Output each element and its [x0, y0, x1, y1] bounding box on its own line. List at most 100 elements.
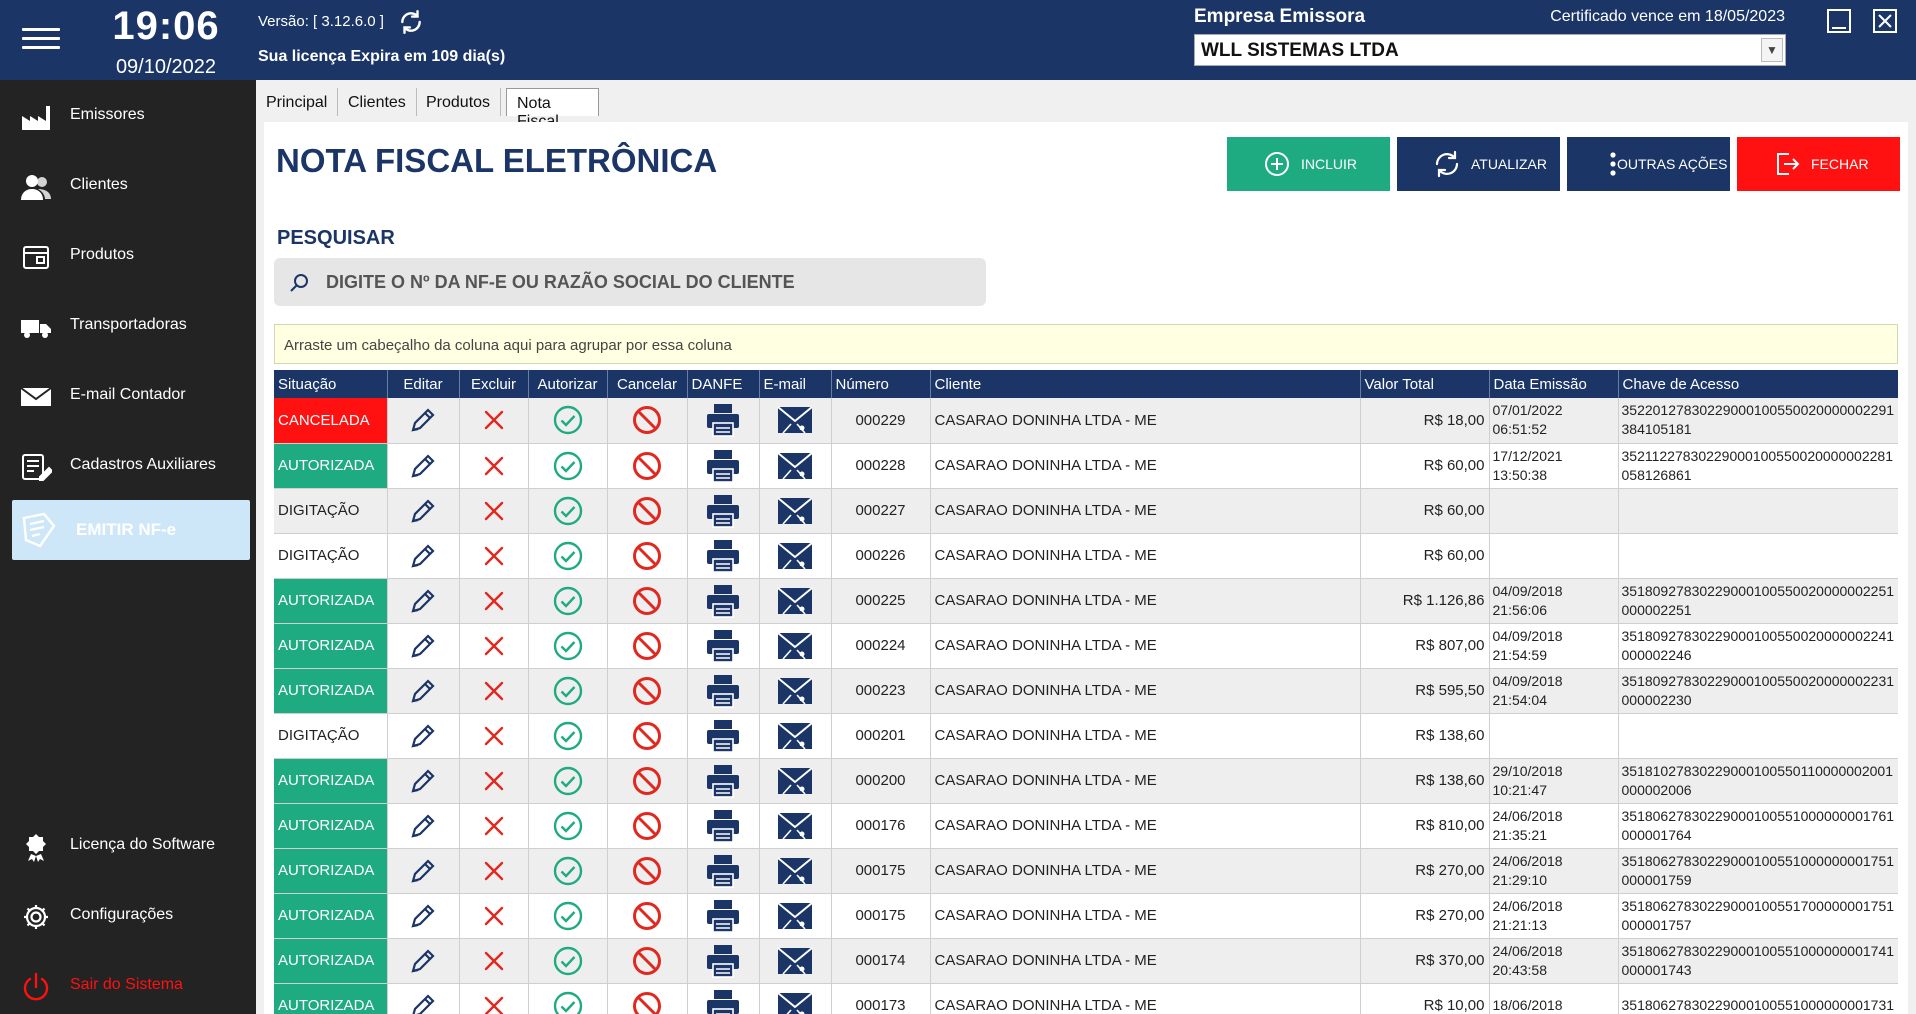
cell-autorizar[interactable] [528, 533, 608, 579]
pencil-edit-icon[interactable] [408, 811, 438, 841]
pencil-edit-icon[interactable] [408, 496, 438, 526]
pencil-edit-icon[interactable] [408, 631, 438, 661]
cell-excluir[interactable] [459, 398, 529, 444]
email-send-icon[interactable] [777, 540, 813, 572]
delete-x-icon[interactable] [481, 498, 507, 524]
sidebar-item-configuracoes[interactable]: Configurações [0, 886, 256, 946]
authorize-check-icon[interactable] [552, 630, 584, 662]
cell-excluir[interactable] [459, 848, 529, 894]
table-row[interactable]: DIGITAÇÃO 000226 CASARAO DONINHA LTDA - ME… [274, 533, 1898, 579]
email-send-icon[interactable] [777, 450, 813, 482]
pencil-edit-icon[interactable] [408, 405, 438, 435]
search-input[interactable]: DIGITE O Nº DA NF-E OU RAZÃO SOCIAL DO C… [274, 258, 986, 306]
sidebar-item-sair[interactable]: Sair do Sistema [0, 956, 256, 1014]
cell-danfe[interactable] [687, 758, 760, 804]
cell-cancelar[interactable] [607, 668, 688, 714]
cell-excluir[interactable] [459, 803, 529, 849]
cancel-prohibited-icon[interactable] [631, 630, 663, 662]
cell-autorizar[interactable] [528, 623, 608, 669]
cancel-prohibited-icon[interactable] [631, 855, 663, 887]
cell-danfe[interactable] [687, 398, 760, 444]
email-send-icon[interactable] [777, 810, 813, 842]
authorize-check-icon[interactable] [552, 810, 584, 842]
authorize-check-icon[interactable] [552, 450, 584, 482]
cell-cancelar[interactable] [607, 398, 688, 444]
table-row[interactable]: AUTORIZADA 000175 CASARAO DONINHA LTDA - M… [274, 848, 1898, 894]
cell-cancelar[interactable] [607, 533, 688, 579]
tab-principal[interactable]: Principal [256, 88, 339, 116]
table-row[interactable]: AUTORIZADA 000223 CASARAO DONINHA LTDA - M… [274, 668, 1898, 714]
cancel-prohibited-icon[interactable] [631, 404, 663, 436]
cell-danfe[interactable] [687, 668, 760, 714]
cell-email[interactable] [759, 443, 832, 489]
table-row[interactable]: AUTORIZADA 000176 CASARAO DONINHA LTDA - M… [274, 803, 1898, 849]
column-header-chave-acesso[interactable]: Chave de Acesso [1618, 370, 1898, 398]
delete-x-icon[interactable] [481, 723, 507, 749]
pencil-edit-icon[interactable] [408, 946, 438, 976]
table-row[interactable]: AUTORIZADA 000200 CASARAO DONINHA LTDA - M… [274, 758, 1898, 804]
cancel-prohibited-icon[interactable] [631, 585, 663, 617]
sidebar-item-clientes[interactable]: Clientes [0, 156, 256, 216]
delete-x-icon[interactable] [481, 588, 507, 614]
cell-autorizar[interactable] [528, 893, 608, 939]
outras-acoes-button[interactable]: OUTRAS AÇÕES [1567, 137, 1730, 191]
email-send-icon[interactable] [777, 945, 813, 977]
table-row[interactable]: AUTORIZADA 000175 CASARAO DONINHA LTDA - M… [274, 893, 1898, 939]
column-header-autorizar[interactable]: Autorizar [528, 370, 608, 398]
cell-editar[interactable] [387, 443, 460, 489]
cell-autorizar[interactable] [528, 983, 608, 1014]
cell-editar[interactable] [387, 803, 460, 849]
column-header-cliente[interactable]: Cliente [930, 370, 1361, 398]
printer-danfe-icon[interactable] [705, 539, 741, 573]
email-send-icon[interactable] [777, 404, 813, 436]
delete-x-icon[interactable] [481, 903, 507, 929]
pencil-edit-icon[interactable] [408, 451, 438, 481]
cell-autorizar[interactable] [528, 713, 608, 759]
cell-email[interactable] [759, 758, 832, 804]
pencil-edit-icon[interactable] [408, 991, 438, 1014]
email-send-icon[interactable] [777, 990, 813, 1014]
email-send-icon[interactable] [777, 765, 813, 797]
tab-nota-fiscal-eletronica[interactable]: Nota Fiscal Eletrônica [506, 88, 600, 148]
cell-cancelar[interactable] [607, 848, 688, 894]
cell-cancelar[interactable] [607, 983, 688, 1014]
authorize-check-icon[interactable] [552, 540, 584, 572]
cell-danfe[interactable] [687, 938, 760, 984]
cell-danfe[interactable] [687, 848, 760, 894]
email-send-icon[interactable] [777, 675, 813, 707]
cell-autorizar[interactable] [528, 668, 608, 714]
cell-editar[interactable] [387, 488, 460, 534]
email-send-icon[interactable] [777, 900, 813, 932]
pencil-edit-icon[interactable] [408, 901, 438, 931]
cell-excluir[interactable] [459, 758, 529, 804]
authorize-check-icon[interactable] [552, 855, 584, 887]
cell-autorizar[interactable] [528, 488, 608, 534]
cell-excluir[interactable] [459, 668, 529, 714]
tab-produtos[interactable]: Produtos [416, 88, 502, 116]
cell-cancelar[interactable] [607, 938, 688, 984]
email-send-icon[interactable] [777, 585, 813, 617]
cell-email[interactable] [759, 938, 832, 984]
column-header-danfe[interactable]: DANFE [687, 370, 760, 398]
printer-danfe-icon[interactable] [705, 719, 741, 753]
column-header-email[interactable]: E-mail [759, 370, 832, 398]
cell-editar[interactable] [387, 533, 460, 579]
cell-editar[interactable] [387, 713, 460, 759]
cancel-prohibited-icon[interactable] [631, 540, 663, 572]
cell-danfe[interactable] [687, 533, 760, 579]
column-header-valor-total[interactable]: Valor Total [1360, 370, 1490, 398]
authorize-check-icon[interactable] [552, 720, 584, 752]
email-send-icon[interactable] [777, 495, 813, 527]
sidebar-item-emissores[interactable]: Emissores [0, 86, 256, 146]
cell-danfe[interactable] [687, 713, 760, 759]
printer-danfe-icon[interactable] [705, 989, 741, 1014]
cell-excluir[interactable] [459, 578, 529, 624]
authorize-check-icon[interactable] [552, 765, 584, 797]
cancel-prohibited-icon[interactable] [631, 765, 663, 797]
cell-email[interactable] [759, 713, 832, 759]
cell-danfe[interactable] [687, 893, 760, 939]
cell-excluir[interactable] [459, 713, 529, 759]
minimize-window-icon[interactable] [1826, 8, 1852, 34]
authorize-check-icon[interactable] [552, 585, 584, 617]
cancel-prohibited-icon[interactable] [631, 945, 663, 977]
